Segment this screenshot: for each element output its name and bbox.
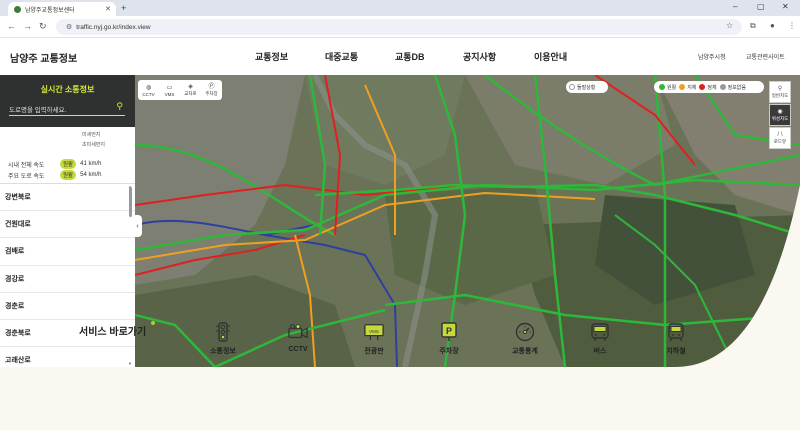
main-road-speed-row: 주요 도로 속도 원활 54 km/h	[8, 170, 102, 180]
address-bar-row: ← → ↻ ⚙ traffic.nyj.go.kr/index.view ☆ ⧉…	[0, 16, 800, 38]
service-statistics[interactable]: 교통통계	[500, 322, 550, 356]
services-title: 서비스 바로가기	[79, 327, 147, 338]
reload-icon[interactable]: ↻	[39, 21, 47, 32]
window-minimize-icon[interactable]: –	[733, 2, 737, 11]
vms-icon: ▭	[166, 84, 173, 91]
window-maximize-icon[interactable]: ▢	[757, 2, 765, 11]
ultra-fine-dust-label: 초미세먼지	[82, 142, 106, 148]
city-speed-row: 시내 전체 속도 원활 41 km/h	[8, 159, 102, 169]
traffic-legend: 원활 지체 정체 정보없음	[654, 81, 764, 93]
new-tab-icon[interactable]: +	[121, 3, 126, 13]
road-list: 강변북로 건원대로 검배로 경강로 경춘로 경춘북로 고래산로	[0, 183, 135, 367]
services-section	[0, 367, 800, 430]
panel-header: 실시간 소통정보 ⚲	[0, 75, 135, 127]
map-type-roadview[interactable]: / \ 로드뷰	[769, 127, 791, 149]
legend-jam: 정체	[699, 84, 717, 91]
intersection-icon: ◈	[188, 84, 193, 90]
svg-text:P: P	[446, 326, 452, 336]
tab-close-icon[interactable]: ✕	[105, 5, 111, 13]
road-item[interactable]: 경강로	[0, 266, 135, 293]
util-link-city-hall[interactable]: 남양주시청	[698, 52, 726, 61]
content-area: ◍ CCTV ▭ VMS ◈ 교차로 Ⓟ 주차장 돌발상황 원활 지체 정체 정…	[0, 75, 800, 430]
nav-traffic-info[interactable]: 교통정보	[255, 50, 325, 63]
fine-dust-label: 미세먼지	[82, 132, 101, 138]
legend-no-data: 정보없음	[719, 84, 746, 91]
search-icon[interactable]: ⚲	[116, 101, 123, 112]
util-link-related-sites[interactable]: 교통관련사이트	[746, 52, 785, 61]
bookmark-star-icon[interactable]: ☆	[726, 21, 733, 30]
panel-title: 실시간 소통정보	[40, 85, 95, 94]
satellite-icon: ◉	[777, 108, 783, 115]
status-badge: 원활	[60, 159, 77, 169]
panel-collapse-chevron-icon[interactable]: ‹	[133, 215, 142, 237]
cctv-camera-icon	[288, 322, 308, 342]
main-nav: 교통정보 대중교통 교통DB 공지사항 이용안내	[255, 50, 604, 63]
parking-icon: P	[439, 322, 459, 342]
profile-icon[interactable]: ●	[770, 21, 775, 30]
tab-title: 남양주교통정보센터	[25, 7, 75, 14]
road-item[interactable]: 강변북로	[0, 184, 135, 212]
road-item[interactable]: 건원대로	[0, 211, 135, 239]
road-item[interactable]: 고래산로	[0, 347, 135, 367]
nav-traffic-db[interactable]: 교통DB	[395, 50, 463, 63]
scroll-down-icon[interactable]: ▼	[128, 361, 132, 366]
legend-smooth: 원활	[659, 84, 676, 91]
service-traffic-info[interactable]: 소통정보	[198, 322, 248, 356]
map-tool-cctv[interactable]: ◍ CCTV	[138, 80, 159, 100]
forward-icon[interactable]: →	[23, 21, 32, 31]
map-pin-icon: ⚲	[777, 85, 783, 92]
road-item[interactable]: 검배로	[0, 238, 135, 266]
road-item[interactable]: 경춘로	[0, 293, 135, 320]
nav-guide[interactable]: 이용안내	[534, 50, 604, 63]
map-type-normal[interactable]: ⚲ 일반지도	[769, 81, 791, 103]
browser-tab[interactable]: 남양주교통정보센터 ✕	[8, 2, 116, 16]
site-info-icon[interactable]: ⚙	[66, 23, 72, 31]
road-search: ⚲	[9, 99, 125, 118]
gauge-icon	[515, 322, 535, 342]
favicon-icon	[14, 5, 21, 13]
title-dot	[151, 321, 155, 325]
svg-text:VMS: VMS	[369, 329, 379, 334]
browser-tab-bar: 남양주교통정보센터 ✕ + – ▢ ✕	[0, 0, 800, 16]
traffic-light-icon	[213, 322, 233, 342]
extensions-icon[interactable]: ⧉	[750, 21, 756, 31]
back-icon[interactable]: ←	[7, 21, 16, 31]
bus-icon	[590, 322, 610, 342]
road-list-scrollbar[interactable]	[129, 187, 132, 217]
service-subway[interactable]: 지하철	[651, 322, 701, 356]
nav-notice[interactable]: 공지사항	[463, 50, 534, 63]
window-close-icon[interactable]: ✕	[782, 2, 789, 11]
site-logo[interactable]: 남양주 교통정보	[10, 50, 77, 65]
subway-icon	[666, 322, 686, 342]
map-type-satellite[interactable]: ◉ 위성지도	[769, 104, 791, 126]
map-tool-vms[interactable]: ▭ VMS	[159, 80, 180, 100]
status-badge: 원활	[60, 170, 77, 180]
service-vms[interactable]: VMS 전광판	[349, 322, 399, 356]
nav-public-transit[interactable]: 대중교통	[325, 50, 395, 63]
map-layer-toolbar: ◍ CCTV ▭ VMS ◈ 교차로 Ⓟ 주차장	[138, 80, 222, 100]
site-header: 남양주 교통정보 교통정보 대중교통 교통DB 공지사항 이용안내 남양주시청 …	[0, 38, 800, 75]
service-cctv[interactable]: CCTV	[273, 322, 323, 353]
map-type-buttons: ⚲ 일반지도 ◉ 위성지도 / \ 로드뷰	[769, 81, 791, 150]
map-tool-parking[interactable]: Ⓟ 주차장	[201, 80, 222, 100]
map-tool-intersection[interactable]: ◈ 교차로	[180, 80, 201, 100]
radio-icon	[569, 84, 575, 90]
road-icon: / \	[777, 131, 783, 138]
service-bus[interactable]: 버스	[575, 322, 625, 356]
url-text: traffic.nyj.go.kr/index.view	[76, 23, 151, 31]
service-parking[interactable]: P 주차장	[424, 322, 474, 356]
accident-toggle[interactable]: 돌발상황	[566, 81, 608, 93]
menu-icon[interactable]: ⋮	[788, 21, 796, 30]
vms-board-icon: VMS	[364, 322, 384, 342]
parking-icon: Ⓟ	[208, 84, 215, 90]
road-search-input[interactable]	[9, 103, 109, 118]
url-bar[interactable]: ⚙ traffic.nyj.go.kr/index.view	[56, 19, 742, 35]
legend-delay: 지체	[679, 84, 696, 91]
cctv-icon: ◍	[145, 84, 152, 91]
